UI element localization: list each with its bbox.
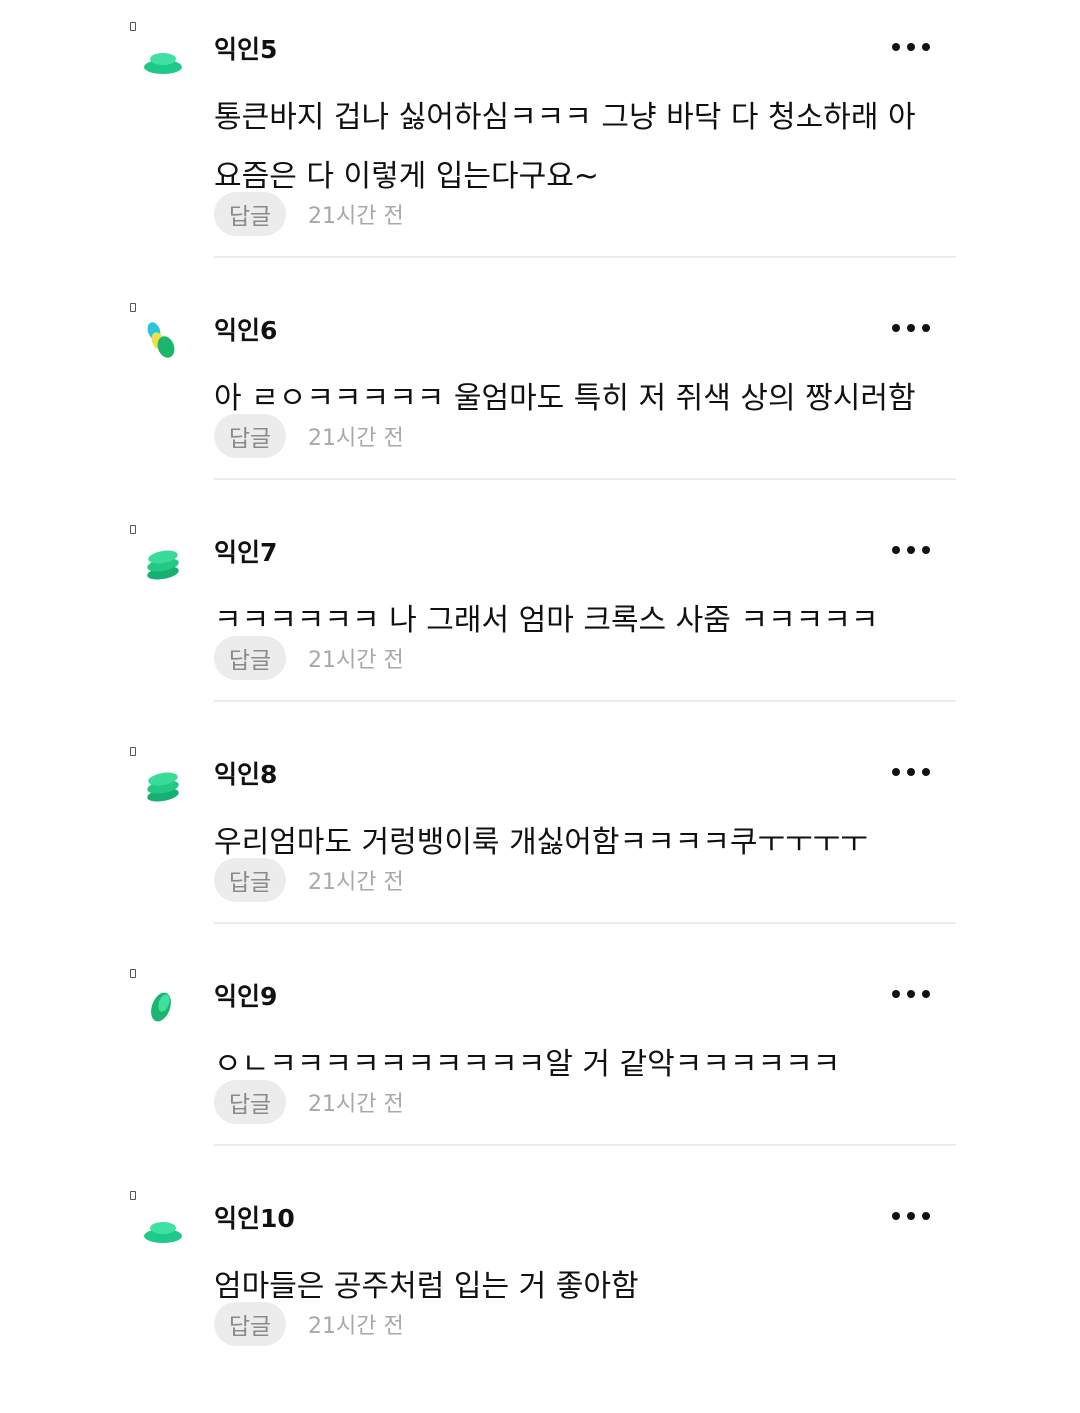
reply-button[interactable]: 답글	[214, 192, 286, 236]
tilted-oval-avatar-icon[interactable]	[140, 983, 186, 1031]
comment-author[interactable]: 익인6	[214, 311, 277, 347]
stacked-coins-avatar-icon[interactable]	[140, 761, 186, 809]
more-options-button[interactable]	[892, 321, 930, 335]
comment-divider	[214, 700, 956, 702]
comment-item: 익인9 ㅇㄴㅋㅋㅋㅋㅋㅋㅋㅋㅋㅋ알 거 같악ㅋㅋㅋㅋㅋㅋ 답글 21시간 전	[0, 969, 1080, 1191]
overlapping-ovals-avatar-icon[interactable]	[140, 317, 186, 365]
comment-author[interactable]: 익인7	[214, 533, 277, 569]
comment-divider	[214, 256, 956, 258]
checkbox-marker-icon	[130, 1191, 136, 1200]
checkbox-marker-icon	[130, 969, 136, 978]
checkbox-marker-icon	[130, 22, 136, 31]
stacked-disc-avatar-icon[interactable]	[140, 36, 186, 84]
comment-timestamp: 21시간 전	[308, 870, 404, 895]
comment-timestamp: 21시간 전	[308, 204, 404, 229]
comment-divider	[214, 478, 956, 480]
reply-button[interactable]: 답글	[214, 636, 286, 680]
comment-meta: 답글 21시간 전	[214, 858, 404, 902]
more-options-button[interactable]	[892, 1209, 930, 1223]
reply-button[interactable]: 답글	[214, 858, 286, 902]
reply-button[interactable]: 답글	[214, 414, 286, 458]
more-options-button[interactable]	[892, 987, 930, 1001]
comment-author[interactable]: 익인5	[214, 30, 277, 66]
reply-button[interactable]: 답글	[214, 1302, 286, 1346]
comment-meta: 답글 21시간 전	[214, 1080, 404, 1124]
comment-divider	[214, 922, 956, 924]
comment-meta: 답글 21시간 전	[214, 1302, 404, 1346]
comment-author[interactable]: 익인10	[214, 1199, 295, 1235]
stacked-disc-avatar-icon[interactable]	[140, 1205, 186, 1253]
checkbox-marker-icon	[130, 525, 136, 534]
comment-item: 익인6 아 ㄹㅇㅋㅋㅋㅋㅋ 울엄마도 특히 저 쥐색 상의 짱시러함 답글 21…	[0, 303, 1080, 525]
stacked-coins-avatar-icon[interactable]	[140, 539, 186, 587]
comment-author[interactable]: 익인8	[214, 755, 277, 791]
comment-item: 익인7 ㅋㅋㅋㅋㅋㅋ 나 그래서 엄마 크록스 사줌 ㅋㅋㅋㅋㅋ 답글 21시간…	[0, 525, 1080, 747]
checkbox-marker-icon	[130, 303, 136, 312]
comment-item: 익인5 통큰바지 겁나 싫어하심ㅋㅋㅋ 그냥 바닥 다 청소하래 아 요즘은 다…	[0, 22, 1080, 258]
more-options-button[interactable]	[892, 543, 930, 557]
comment-divider	[214, 1144, 956, 1146]
comment-timestamp: 21시간 전	[308, 426, 404, 451]
more-options-button[interactable]	[892, 40, 930, 54]
comment-timestamp: 21시간 전	[308, 648, 404, 673]
comment-timestamp: 21시간 전	[308, 1092, 404, 1117]
comment-item: 익인10 엄마들은 공주처럼 입는 거 좋아함 답글 21시간 전	[0, 1191, 1080, 1413]
comment-timestamp: 21시간 전	[308, 1314, 404, 1339]
more-options-button[interactable]	[892, 765, 930, 779]
comment-text: 통큰바지 겁나 싫어하심ㅋㅋㅋ 그냥 바닥 다 청소하래 아 요즘은 다 이렇게…	[214, 100, 916, 194]
checkbox-marker-icon	[130, 747, 136, 756]
comment-meta: 답글 21시간 전	[214, 636, 404, 680]
comment-item: 익인8 우리엄마도 거렁뱅이룩 개싫어함ㅋㅋㅋㅋ쿠ㅜㅜㅜㅜ 답글 21시간 전	[0, 747, 1080, 969]
comment-author[interactable]: 익인9	[214, 977, 277, 1013]
comment-meta: 답글 21시간 전	[214, 192, 404, 236]
comment-meta: 답글 21시간 전	[214, 414, 404, 458]
reply-button[interactable]: 답글	[214, 1080, 286, 1124]
